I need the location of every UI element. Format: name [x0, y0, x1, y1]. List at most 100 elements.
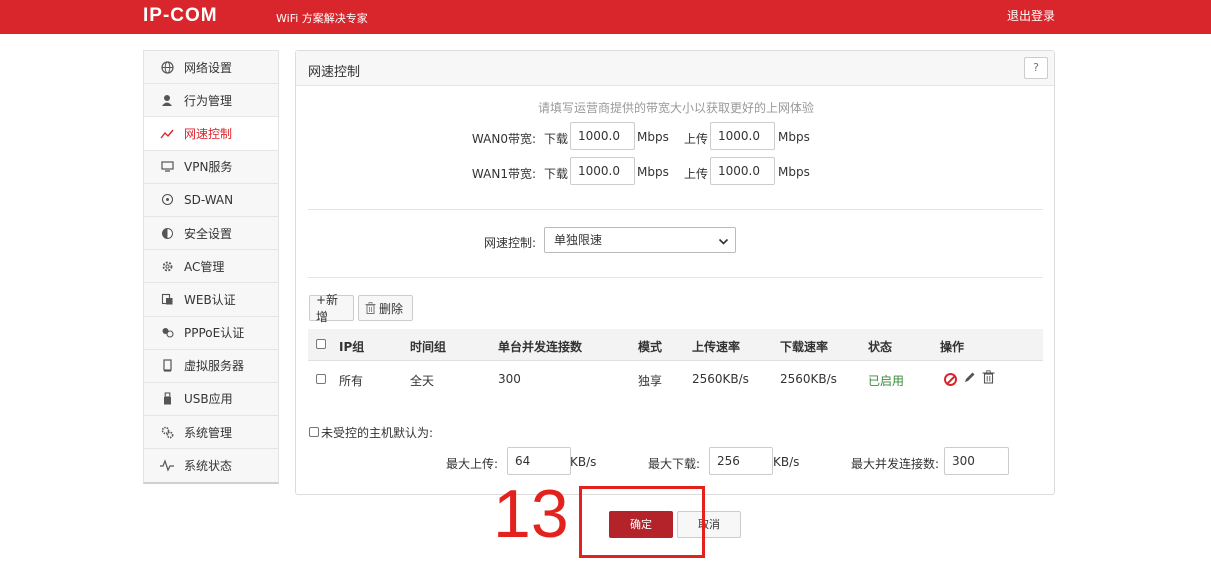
cell-ip-group: 所有	[339, 374, 364, 388]
max-connections-label: 最大并发连接数:	[851, 457, 940, 471]
sdwan-icon	[160, 193, 174, 207]
speed-control-label: 网速控制:	[484, 236, 537, 250]
column-header: 上传速率	[692, 340, 741, 354]
wan0-download-label: 下载	[544, 132, 569, 146]
sidebar-item-speed-control[interactable]: 网速控制	[144, 117, 278, 151]
sidebar-item-label: 安全设置	[184, 226, 233, 241]
speed-control-panel: 网速控制 ? 请填写运营商提供的带宽大小以获取更好的上网体验 WAN0带宽: 下…	[295, 50, 1055, 495]
column-header: 模式	[638, 340, 663, 354]
top-bar: IP-COM WiFi 方案解决专家 退出登录	[0, 0, 1211, 34]
pppoe-icon	[160, 326, 174, 340]
sidebar-item-label: WEB认证	[184, 292, 236, 307]
bandwidth-hint: 请填写运营商提供的带宽大小以获取更好的上网体验	[537, 101, 814, 115]
highlight-box-annotation	[579, 486, 705, 558]
uncontrolled-default-checkbox[interactable]	[309, 427, 319, 437]
wan1-upload-input[interactable]	[710, 157, 775, 185]
table-row: 所有 全天 300 独享 2560KB/s 2560KB/s 已启用	[308, 363, 1043, 397]
sidebar-item-behavior-management[interactable]: 行为管理	[144, 84, 278, 118]
divider	[308, 209, 1043, 210]
wan0-upload-unit: Mbps	[778, 130, 810, 144]
disable-icon[interactable]	[944, 373, 957, 386]
max-connections-input[interactable]	[944, 447, 1009, 475]
brand-tagline: WiFi 方案解决专家	[276, 12, 368, 25]
sidebar-item-network-settings[interactable]: 网络设置	[144, 51, 278, 85]
sidebar-item-label: 系统状态	[184, 459, 233, 474]
shield-icon	[160, 226, 174, 240]
max-upload-label: 最大上传:	[446, 457, 499, 471]
sidebar-item-security[interactable]: 安全设置	[144, 216, 278, 251]
sidebar-item-label: 行为管理	[184, 93, 233, 108]
sidebar-item-pppoe-auth[interactable]: PPPoE认证	[144, 316, 278, 350]
wan1-upload-unit: Mbps	[778, 165, 810, 179]
rules-table-header: IP组 时间组 单台并发连接数 模式 上传速率 下载速率 状态 操作	[308, 329, 1043, 361]
wan1-label: WAN1带宽:	[471, 167, 536, 181]
speed-chart-icon	[160, 126, 174, 140]
sidebar-item-label: PPPoE认证	[184, 326, 245, 341]
delete-rule-button[interactable]: 删除	[358, 295, 413, 321]
row-checkbox[interactable]	[316, 374, 326, 384]
wan0-label: WAN0带宽:	[471, 132, 536, 146]
ac-gear-icon	[160, 259, 174, 273]
wan0-upload-input[interactable]	[710, 122, 775, 150]
add-rule-button[interactable]: +新增	[309, 293, 354, 324]
step-number-annotation: 13	[493, 476, 569, 552]
column-header: 时间组	[410, 340, 447, 354]
max-upload-input[interactable]	[507, 447, 571, 475]
column-header: 状态	[868, 340, 893, 354]
sidebar-item-sdwan[interactable]: SD-WAN	[144, 183, 278, 217]
column-header: 操作	[940, 340, 965, 354]
server-icon	[160, 359, 174, 373]
brand-logo: IP-COM	[143, 5, 218, 26]
column-header: 下载速率	[780, 340, 829, 354]
cell-upload-rate: 2560KB/s	[692, 372, 749, 386]
sidebar-item-system-status[interactable]: 系统状态	[144, 449, 278, 483]
column-header: IP组	[339, 340, 365, 354]
sidebar-item-ac-management[interactable]: AC管理	[144, 250, 278, 284]
pulse-icon	[160, 459, 174, 473]
sidebar-item-label: VPN服务	[184, 160, 233, 175]
chevron-down-icon	[718, 232, 729, 256]
cell-connections: 300	[498, 372, 521, 386]
max-download-unit: KB/s	[773, 455, 800, 469]
usb-icon	[160, 392, 174, 406]
sidebar-item-vpn[interactable]: VPN服务	[144, 150, 278, 184]
trash-icon[interactable]	[982, 370, 995, 387]
max-download-input[interactable]	[709, 447, 773, 475]
wan1-download-input[interactable]	[570, 157, 635, 185]
uncontrolled-default-label: 未受控的主机默认为:	[321, 426, 434, 440]
wan1-download-unit: Mbps	[637, 165, 669, 179]
column-header: 单台并发连接数	[498, 340, 583, 354]
trash-icon	[365, 302, 376, 314]
delete-rule-label: 删除	[379, 301, 404, 316]
cell-time-group: 全天	[410, 374, 435, 388]
logout-link[interactable]: 退出登录	[1007, 7, 1055, 24]
wan0-upload-label: 上传	[684, 132, 709, 146]
cell-status: 已启用	[868, 374, 905, 388]
sidebar-item-label: AC管理	[184, 259, 225, 274]
sidebar-item-usb[interactable]: USB应用	[144, 382, 278, 417]
max-download-label: 最大下载:	[648, 457, 701, 471]
select-all-checkbox[interactable]	[316, 339, 326, 349]
max-upload-unit: KB/s	[570, 455, 597, 469]
cell-download-rate: 2560KB/s	[780, 372, 837, 386]
edit-icon[interactable]	[963, 371, 976, 387]
wan1-download-label: 下载	[544, 167, 569, 181]
help-button[interactable]: ?	[1024, 57, 1048, 79]
wan0-download-input[interactable]	[570, 122, 635, 150]
gears-icon	[160, 425, 174, 439]
globe-icon	[160, 60, 174, 74]
divider	[308, 277, 1043, 278]
panel-title: 网速控制	[308, 65, 361, 80]
add-rule-label: +新增	[316, 293, 339, 324]
wan1-upload-label: 上传	[684, 167, 709, 181]
sidebar-item-label: 网速控制	[184, 126, 233, 141]
sidebar-item-label: USB应用	[184, 392, 233, 407]
sidebar-item-label: 系统管理	[184, 425, 233, 440]
sidebar-item-web-auth[interactable]: WEB认证	[144, 283, 278, 317]
sidebar-item-system-management[interactable]: 系统管理	[144, 416, 278, 450]
speed-control-value: 单独限速	[554, 233, 603, 247]
speed-control-select[interactable]: 单独限速	[544, 227, 736, 253]
sidebar-item-label: 虚拟服务器	[184, 359, 245, 374]
sidebar-nav: 网络设置 行为管理 网速控制 VPN服务 SD-WAN 安全设置 AC管理 WE…	[143, 50, 279, 485]
sidebar-item-virtual-server[interactable]: 虚拟服务器	[144, 349, 278, 383]
